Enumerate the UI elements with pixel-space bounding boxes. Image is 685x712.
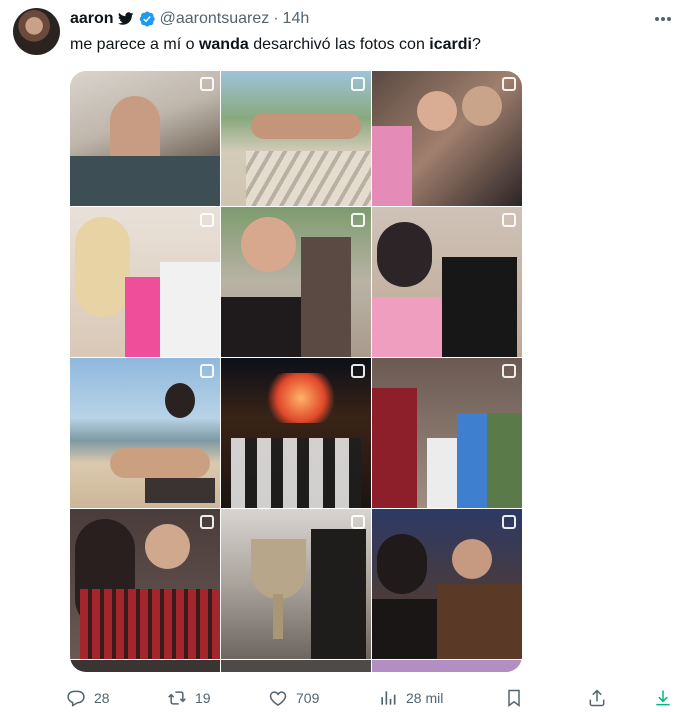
bookmark-icon: [508, 689, 520, 707]
heart-icon: [269, 691, 287, 706]
tweet-text-part: desarchivó las fotos con: [248, 36, 430, 53]
timestamp[interactable]: 14h: [283, 10, 310, 28]
reply-button[interactable]: 28: [66, 686, 110, 710]
tweet-actions: 28 19 709 28 mil: [66, 686, 676, 710]
tweet-text-part: me parece a mí o: [70, 36, 199, 53]
photo-tile: [372, 358, 522, 508]
retweet-count: 19: [195, 690, 211, 706]
like-count: 709: [296, 690, 320, 706]
more-dots-icon[interactable]: [651, 10, 675, 28]
bookmark-button[interactable]: [504, 686, 524, 710]
tweet-header: aaron @aarontsuarez · 14h: [70, 9, 309, 29]
photo-tile: [372, 660, 522, 672]
views-chart-icon: [381, 691, 396, 705]
photo-tile: [221, 509, 371, 659]
photo-tile: [372, 509, 522, 659]
photo-tile: [70, 207, 220, 357]
download-icon: [656, 690, 670, 706]
reply-icon: [67, 690, 85, 707]
twitter-bird-icon: [117, 12, 134, 26]
display-name[interactable]: aaron: [70, 10, 114, 28]
photo-tile: [372, 207, 522, 357]
share-icon: [589, 689, 605, 707]
tweet-text: me parece a mí o wanda desarchivó las fo…: [70, 35, 481, 55]
download-button[interactable]: [653, 686, 673, 710]
share-button[interactable]: [587, 686, 607, 710]
photo-tile: [221, 358, 371, 508]
tweet-text-part: ?: [471, 36, 481, 53]
handle[interactable]: @aarontsuarez: [160, 10, 270, 28]
avatar[interactable]: [13, 8, 60, 55]
photo-tile: [372, 71, 522, 206]
tweet-media-image[interactable]: [70, 71, 522, 672]
photo-tile: [221, 207, 371, 357]
photo-tile: [70, 71, 220, 206]
photo-tile: [221, 660, 371, 672]
photo-tile: [221, 71, 371, 206]
verified-badge-icon: [138, 10, 156, 28]
photo-tile: [70, 509, 220, 659]
retweet-button[interactable]: 19: [167, 686, 211, 710]
photo-tile: [70, 660, 220, 672]
separator-dot: ·: [273, 10, 279, 27]
photo-tile: [70, 358, 220, 508]
views-button[interactable]: 28 mil: [378, 686, 443, 710]
retweet-icon: [168, 691, 186, 705]
like-button[interactable]: 709: [268, 686, 319, 710]
reply-count: 28: [94, 690, 110, 706]
tweet[interactable]: aaron @aarontsuarez · 14h me parece a mí…: [0, 0, 685, 712]
tweet-text-mention-icardi: icardi: [429, 36, 472, 53]
tweet-text-mention-wanda: wanda: [198, 36, 249, 53]
views-count: 28 mil: [406, 690, 444, 706]
